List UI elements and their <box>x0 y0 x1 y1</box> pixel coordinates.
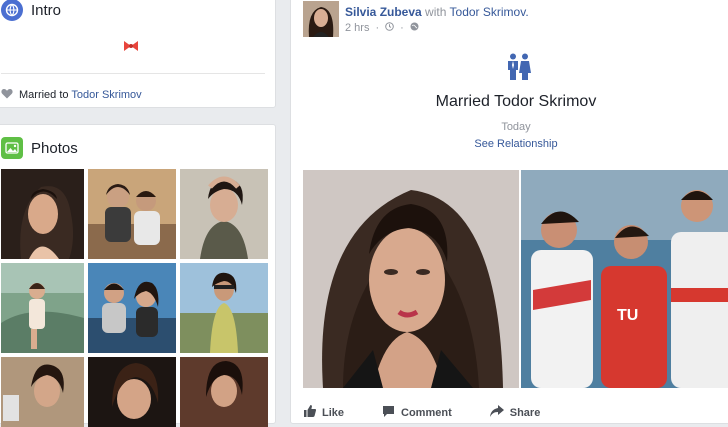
post-photo-portrait[interactable] <box>303 170 519 388</box>
like-button[interactable]: Like <box>303 405 344 420</box>
public-globe-icon[interactable] <box>410 22 419 34</box>
photo-thumbnail[interactable] <box>1 357 84 427</box>
photo-thumbnail[interactable] <box>180 263 268 353</box>
photo-thumbnail[interactable] <box>180 357 268 427</box>
photo-thumbnail[interactable] <box>88 169 176 259</box>
married-label: Married to <box>19 89 72 101</box>
photo-thumbnail[interactable] <box>1 169 84 259</box>
post-card: Silvia Zubeva with Todor Skrimov. 2 hrs … <box>290 0 728 424</box>
like-icon <box>303 405 317 420</box>
share-button[interactable]: Share <box>489 405 541 420</box>
photos-card: Photos <box>0 124 276 427</box>
photos-title[interactable]: Photos <box>31 140 78 157</box>
post-time[interactable]: 2 hrs <box>345 22 369 34</box>
relationship-headline: Married Todor Skrimov <box>435 93 597 110</box>
photo-icon <box>1 137 23 159</box>
photos-header: Photos <box>1 137 78 159</box>
author-avatar[interactable] <box>303 1 339 37</box>
comment-button[interactable]: Comment <box>382 405 452 420</box>
share-icon <box>489 405 504 420</box>
comment-icon <box>382 405 395 420</box>
intro-card: Intro Married to Todor Skrimov <box>0 0 276 108</box>
see-relationship-link[interactable]: See Relationship <box>291 138 728 150</box>
spouse-link[interactable]: Todor Skrimov <box>71 89 141 101</box>
intro-divider <box>1 73 265 74</box>
relationship-date: Today <box>501 121 531 133</box>
post-header-line: Silvia Zubeva with Todor Skrimov. <box>345 5 529 19</box>
tagged-user-link[interactable]: Todor Skrimov. <box>450 5 529 19</box>
clock-icon <box>385 22 394 34</box>
with-label: with <box>425 5 447 19</box>
svg-text:TU: TU <box>617 307 638 324</box>
author-name-link[interactable]: Silvia Zubeva <box>345 5 422 19</box>
comment-label: Comment <box>401 406 452 419</box>
photo-thumbnail[interactable] <box>88 357 176 427</box>
share-label: Share <box>509 406 541 419</box>
post-meta: 2 hrs · · <box>345 22 419 34</box>
globe-icon <box>1 0 23 21</box>
post-actions: Like Comment Share <box>303 405 540 420</box>
heart-icon <box>1 88 13 102</box>
couple-icon <box>507 53 531 86</box>
intro-header: Intro <box>1 0 61 21</box>
photo-thumbnail[interactable] <box>88 263 176 353</box>
photo-thumbnail[interactable] <box>1 263 84 353</box>
post-photo-team[interactable]: TU <box>521 170 728 388</box>
relationship-row: Married to Todor Skrimov <box>1 88 142 102</box>
like-label: Like <box>322 406 345 419</box>
photo-thumbnail[interactable] <box>180 169 268 259</box>
intro-title: Intro <box>31 1 62 19</box>
bow-icon <box>123 39 139 57</box>
